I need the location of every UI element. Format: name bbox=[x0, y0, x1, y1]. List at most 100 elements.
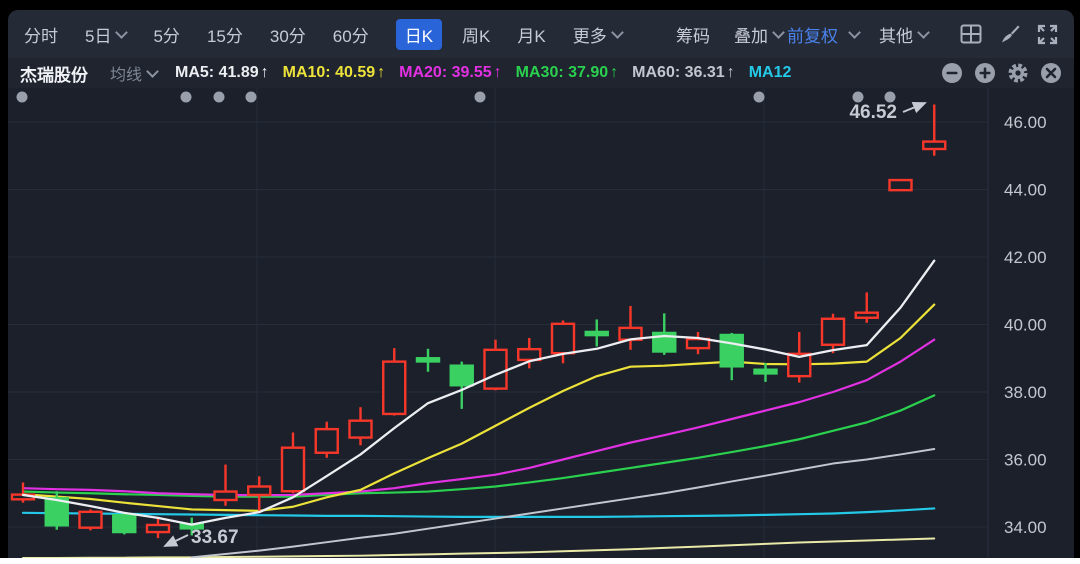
candle-body bbox=[451, 366, 473, 386]
candle-body bbox=[856, 313, 878, 318]
brush-icon[interactable] bbox=[999, 24, 1020, 45]
chevron-down-icon bbox=[917, 26, 930, 39]
price-annotation: 46.52 bbox=[849, 102, 897, 123]
forward-adjust-button[interactable]: 前复权 bbox=[787, 22, 838, 47]
ma30-legend: MA30: 37.90↑ bbox=[516, 64, 619, 82]
tab-30min[interactable]: 30分 bbox=[270, 22, 306, 47]
stock-name: 杰瑞股份 bbox=[20, 61, 88, 86]
tab-more[interactable]: 更多 bbox=[573, 22, 622, 47]
candle bbox=[653, 313, 675, 355]
candle bbox=[586, 319, 608, 346]
tab-monthly-k[interactable]: 月K bbox=[517, 22, 545, 47]
ma-line-ma_long bbox=[23, 538, 934, 558]
candle bbox=[620, 306, 642, 350]
candle-body bbox=[518, 349, 540, 360]
ma12-legend: MA12 bbox=[749, 64, 792, 82]
y-axis-label: 42.00 bbox=[1004, 248, 1047, 267]
candle-body bbox=[282, 448, 304, 492]
event-marker-dot[interactable] bbox=[853, 92, 864, 103]
chevron-down-icon bbox=[116, 26, 129, 39]
price-annotation: 33.67 bbox=[191, 527, 239, 548]
up-arrow-icon: ↑ bbox=[727, 64, 735, 81]
candle bbox=[417, 349, 439, 372]
candle-body bbox=[586, 332, 608, 335]
ma10-legend: MA10: 40.59↑ bbox=[283, 64, 386, 82]
candle-body bbox=[383, 362, 405, 414]
tab-5day[interactable]: 5日 bbox=[85, 22, 126, 47]
candle bbox=[755, 363, 777, 382]
candle-body bbox=[923, 142, 945, 149]
kline-chart[interactable]: 46.0044.0042.0040.0038.0036.0034.0046.52… bbox=[8, 88, 1074, 558]
candle-body bbox=[552, 324, 574, 353]
y-axis-label: 36.00 bbox=[1004, 451, 1047, 470]
event-marker-dot[interactable] bbox=[885, 92, 896, 103]
event-marker-dot[interactable] bbox=[475, 92, 486, 103]
candle bbox=[822, 314, 844, 353]
annotation-arrow bbox=[165, 535, 188, 546]
candle-body bbox=[248, 487, 270, 495]
overlay-button[interactable]: 叠加 bbox=[734, 22, 783, 47]
kline-chart-area[interactable]: 46.0044.0042.0040.0038.0036.0034.0046.52… bbox=[8, 88, 1074, 558]
tab-time-sharing[interactable]: 分时 bbox=[24, 22, 58, 47]
ma-line-ma12 bbox=[23, 508, 934, 516]
candle bbox=[248, 476, 270, 510]
event-marker-dot[interactable] bbox=[17, 92, 28, 103]
event-marker-dot[interactable] bbox=[754, 92, 765, 103]
ma5-legend: MA5: 41.89↑ bbox=[175, 64, 269, 82]
ma-line-ma30 bbox=[23, 395, 934, 496]
settings-gear-icon[interactable] bbox=[1007, 62, 1029, 84]
y-axis-label: 40.00 bbox=[1004, 316, 1047, 335]
event-marker-dot[interactable] bbox=[181, 92, 192, 103]
tab-15min[interactable]: 15分 bbox=[207, 22, 243, 47]
candle bbox=[215, 465, 237, 506]
candle bbox=[856, 292, 878, 322]
candle-body bbox=[316, 429, 338, 453]
toolbar-icon-group bbox=[960, 24, 1058, 45]
up-arrow-icon: ↑ bbox=[261, 64, 269, 81]
page-background-strip bbox=[0, 558, 1080, 564]
annotation-arrow bbox=[903, 103, 925, 112]
candle-body bbox=[721, 335, 743, 366]
up-arrow-icon: ↑ bbox=[377, 64, 385, 81]
chevron-down-icon bbox=[146, 65, 159, 78]
candle bbox=[113, 513, 135, 535]
fullscreen-icon[interactable] bbox=[1037, 24, 1058, 45]
chevron-down-icon bbox=[848, 26, 861, 39]
chevron-down-icon bbox=[611, 26, 624, 39]
candle-body bbox=[755, 370, 777, 374]
candle-body bbox=[890, 180, 912, 190]
grid-layout-icon[interactable] bbox=[960, 24, 982, 44]
ma-legend-bar: 杰瑞股份 均线 MA5: 41.89↑ MA10: 40.59↑ MA20: 3… bbox=[8, 58, 1074, 88]
candle bbox=[485, 340, 507, 391]
candle bbox=[383, 348, 405, 416]
candle-body bbox=[417, 358, 439, 361]
event-marker-dot[interactable] bbox=[246, 92, 257, 103]
candle bbox=[282, 433, 304, 494]
candle bbox=[552, 320, 574, 363]
zoom-in-icon[interactable] bbox=[974, 62, 996, 84]
candle bbox=[890, 179, 912, 190]
up-arrow-icon: ↑ bbox=[610, 64, 618, 81]
ma-line-ma5 bbox=[23, 261, 934, 525]
zoom-out-icon[interactable] bbox=[941, 62, 963, 84]
chart-window: 分时 5日 5分 15分 30分 60分 日K 周K 月K 更多 筹码 叠加 前… bbox=[8, 10, 1074, 558]
ma60-legend: MA60: 36.31↑ bbox=[632, 64, 735, 82]
ma-line-ma10 bbox=[23, 305, 934, 511]
ma-settings-dropdown[interactable]: 均线 bbox=[110, 61, 157, 85]
tab-weekly-k[interactable]: 周K bbox=[462, 22, 490, 47]
candle-body bbox=[822, 319, 844, 345]
candle-body bbox=[80, 512, 102, 528]
period-toolbar: 分时 5日 5分 15分 30分 60分 日K 周K 月K 更多 筹码 叠加 前… bbox=[8, 10, 1074, 58]
other-button[interactable]: 其他 bbox=[879, 22, 928, 47]
candle-body bbox=[113, 515, 135, 532]
candle bbox=[316, 422, 338, 458]
close-icon[interactable] bbox=[1040, 62, 1062, 84]
candle bbox=[687, 332, 709, 354]
event-marker-dot[interactable] bbox=[214, 92, 225, 103]
tab-daily-k[interactable]: 日K bbox=[396, 19, 442, 50]
tab-5min[interactable]: 5分 bbox=[153, 22, 179, 47]
chips-button[interactable]: 筹码 bbox=[676, 22, 710, 47]
tab-60min[interactable]: 60分 bbox=[333, 22, 369, 47]
chevron-down-icon bbox=[772, 26, 785, 39]
candle-body bbox=[215, 492, 237, 500]
